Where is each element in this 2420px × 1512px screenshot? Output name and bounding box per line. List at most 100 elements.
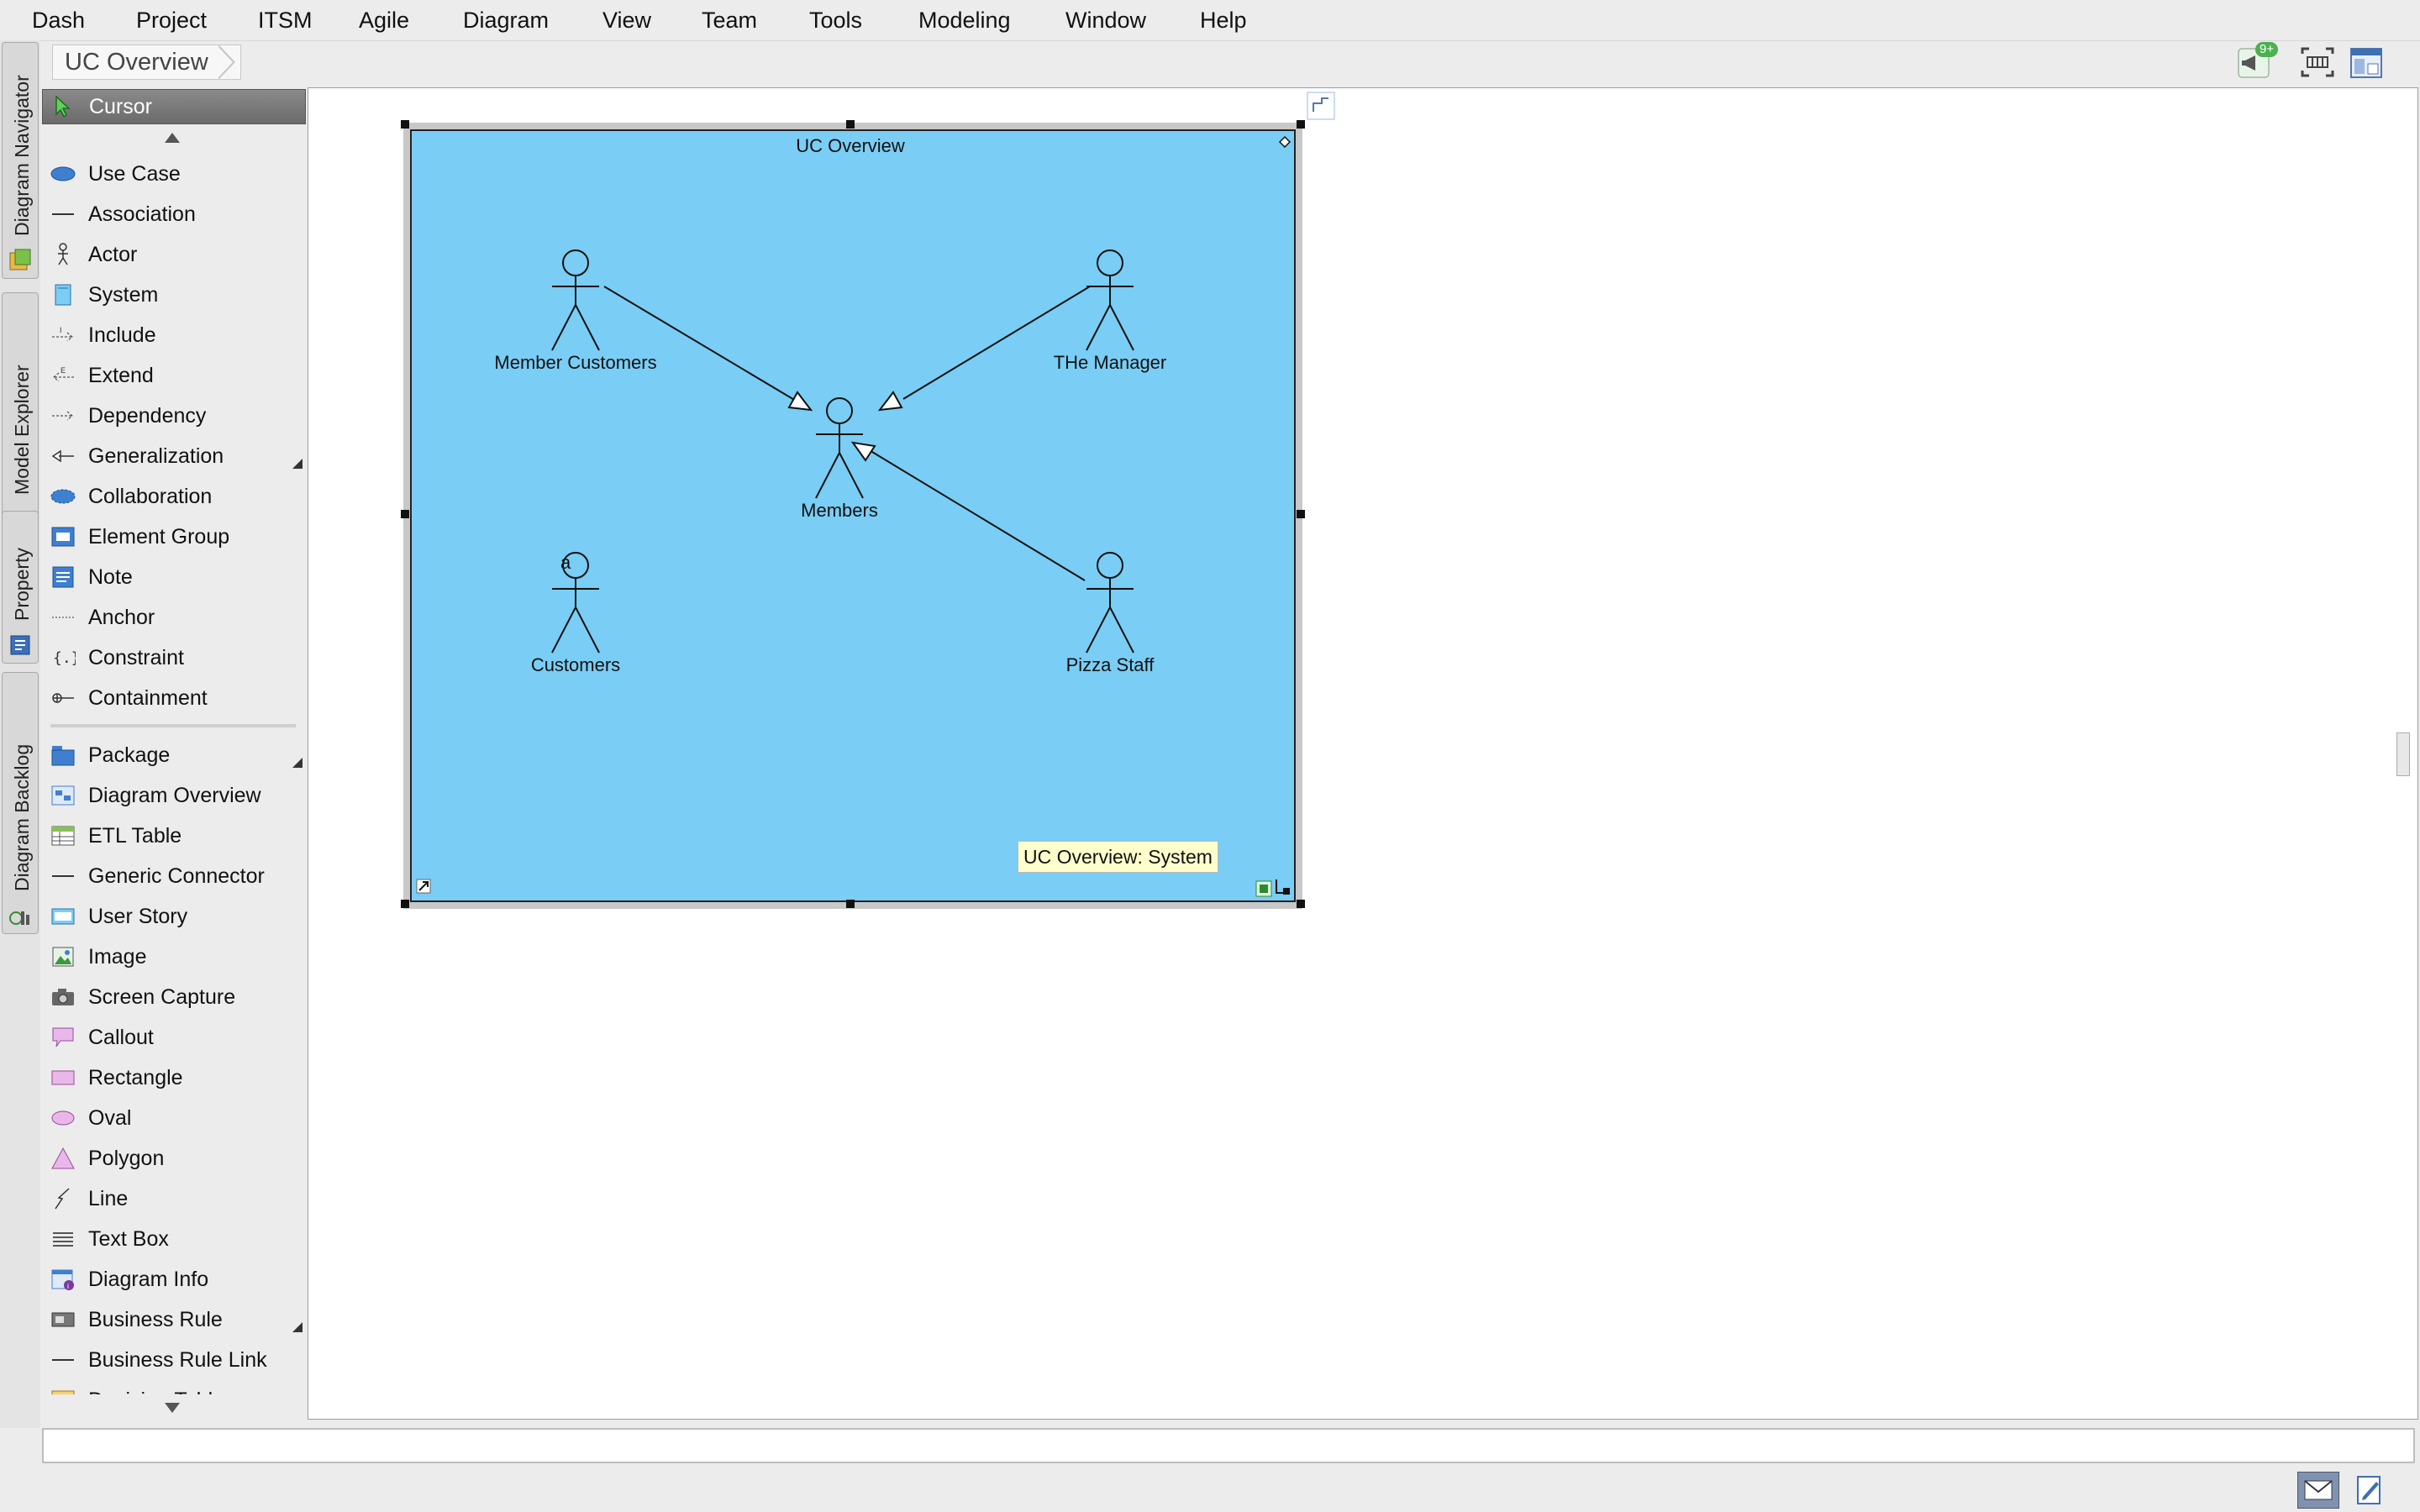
palette-item-oval[interactable]: Oval — [42, 1099, 304, 1137]
palette-item-polygon[interactable]: Polygon — [42, 1139, 304, 1178]
palette-item-image[interactable]: Image — [42, 937, 304, 976]
palette-item-business-rule-link[interactable]: Business Rule Link — [42, 1341, 304, 1379]
palette-item-containment[interactable]: Containment — [42, 679, 304, 717]
business-rule-link-icon — [52, 1359, 74, 1361]
layout-window-icon[interactable] — [2348, 44, 2385, 81]
palette-item-constraint[interactable]: {.} Constraint — [42, 638, 304, 677]
palette-item-rectangle[interactable]: Rectangle — [42, 1058, 304, 1097]
palette-label: Extend — [88, 364, 154, 387]
palette-label: Note — [88, 565, 133, 589]
palette-label: Anchor — [88, 606, 155, 629]
palette-item-callout[interactable]: Callout — [42, 1018, 304, 1057]
palette-item-note[interactable]: Note — [42, 558, 304, 596]
resource-centric-icon[interactable] — [1255, 880, 1272, 897]
palette-item-association[interactable]: Association — [42, 195, 304, 234]
palette-cursor[interactable]: Cursor — [42, 89, 306, 124]
fit-diagram-icon[interactable] — [2299, 44, 2336, 81]
palette-item-system[interactable]: System — [42, 276, 304, 314]
tab-diagram-backlog[interactable]: Diagram Backlog — [2, 672, 39, 934]
diagram-connector-toggle-icon[interactable] — [1307, 92, 1335, 120]
palette-item-line[interactable]: Line — [42, 1179, 304, 1218]
diagram-overview-icon — [51, 785, 75, 806]
actor-label-member-customers: Member Customers — [494, 352, 656, 373]
menu-project[interactable]: Project — [136, 6, 207, 34]
palette-label: Package — [88, 743, 171, 767]
corner-resize-icon[interactable] — [416, 879, 431, 894]
generalization-icon — [51, 449, 74, 463]
dependency-icon — [52, 411, 73, 421]
palette-item-use-case[interactable]: Use Case — [42, 155, 304, 193]
tab-model-explorer[interactable]: Model Explorer — [2, 292, 39, 538]
more-tools-indicator[interactable] — [292, 758, 302, 768]
tab-diagram-navigator[interactable]: Diagram Navigator — [2, 42, 39, 279]
tab-property[interactable]: Property — [2, 511, 39, 664]
mail-icon[interactable] — [2297, 1472, 2339, 1509]
actor-label-customers: Customers — [531, 654, 620, 675]
menu-dash[interactable]: Dash — [32, 6, 85, 34]
menu-window[interactable]: Window — [1065, 6, 1146, 34]
palette-item-element-group[interactable]: Element Group — [42, 517, 304, 556]
palette-label: System — [88, 283, 159, 307]
palette-item-generic-connector[interactable]: Generic Connector — [42, 857, 304, 895]
camera-icon — [52, 989, 74, 1005]
diagram-info-icon: i — [51, 1269, 74, 1290]
breadcrumb[interactable]: UC Overview — [52, 45, 241, 80]
palette-label: Line — [88, 1187, 129, 1210]
palette-item-diagram-overview[interactable]: Diagram Overview — [42, 776, 304, 815]
palette-item-generalization[interactable]: Generalization — [42, 437, 304, 475]
palette-item-screen-capture[interactable]: Screen Capture — [42, 978, 304, 1016]
palette-label: User Story — [88, 905, 188, 928]
palette-item-actor[interactable]: Actor — [42, 235, 304, 274]
palette-item-extend[interactable]: E Extend — [42, 356, 304, 395]
menu-help[interactable]: Help — [1200, 6, 1247, 34]
palette-item-text-box[interactable]: Text Box — [42, 1220, 304, 1258]
palette-item-decision-table[interactable]: Decision Table — [42, 1381, 304, 1394]
right-panel-grip[interactable] — [2396, 732, 2410, 776]
rectangle-icon — [51, 1070, 75, 1085]
diagram-backlog-icon — [9, 911, 29, 925]
tab-label-diagram-navigator: Diagram Navigator — [11, 75, 33, 236]
menu-itsm[interactable]: ITSM — [258, 6, 313, 34]
palette-item-dependency[interactable]: Dependency — [42, 396, 304, 435]
document-edit-icon[interactable] — [2349, 1472, 2390, 1507]
palette-item-user-story[interactable]: User Story — [42, 897, 304, 936]
menu-tools[interactable]: Tools — [809, 6, 862, 34]
extend-icon: E — [53, 366, 74, 382]
menu-team[interactable]: Team — [702, 6, 757, 34]
palette-item-include[interactable]: I Include — [42, 316, 304, 354]
message-input[interactable] — [42, 1428, 2415, 1463]
tab-label-property: Property — [11, 548, 33, 621]
menu-modeling[interactable]: Modeling — [918, 6, 1011, 34]
more-tools-indicator[interactable] — [292, 459, 302, 469]
palette-item-anchor[interactable]: Anchor — [42, 598, 304, 637]
etl-table-icon — [51, 826, 75, 846]
palette-label: Include — [88, 323, 156, 347]
palette-item-diagram-info[interactable]: i Diagram Info — [42, 1260, 304, 1299]
palette-item-collaboration[interactable]: Collaboration — [42, 477, 304, 516]
more-tools-indicator[interactable] — [292, 1322, 302, 1332]
notification-icon[interactable]: 9+ — [2237, 42, 2279, 81]
palette-scroll-down[interactable] — [165, 1403, 180, 1413]
palette-label: Generalization — [88, 444, 224, 468]
diagram-palette: Cursor Use Case Association Actor System… — [42, 86, 306, 1421]
collaboration-icon — [50, 489, 76, 504]
palette-label: Text Box — [88, 1227, 169, 1251]
menu-agile[interactable]: Agile — [359, 6, 409, 34]
svg-text:I: I — [60, 326, 62, 334]
menu-diagram[interactable]: Diagram — [463, 6, 549, 34]
line-icon — [55, 1188, 70, 1210]
palette-label: Diagram Info — [88, 1268, 209, 1291]
diagram-canvas[interactable]: UC Overview Member Customers THe Manager… — [308, 87, 2418, 1420]
actor-icon — [58, 243, 68, 265]
palette-scroll-up[interactable] — [165, 133, 180, 143]
palette-item-package[interactable]: Package — [42, 736, 304, 774]
palette-item-etl-table[interactable]: ETL Table — [42, 816, 304, 855]
abstract-marker: a — [560, 552, 571, 573]
palette-item-business-rule[interactable]: Business Rule — [42, 1300, 304, 1339]
tab-label-diagram-backlog: Diagram Backlog — [11, 743, 33, 891]
property-icon — [10, 635, 30, 655]
tab-label-model-explorer: Model Explorer — [11, 365, 33, 495]
menu-view[interactable]: View — [602, 6, 651, 34]
menu-bar: Dash Project ITSM Agile Diagram View Tea… — [0, 0, 2420, 41]
notification-badge: 9+ — [2255, 42, 2279, 57]
